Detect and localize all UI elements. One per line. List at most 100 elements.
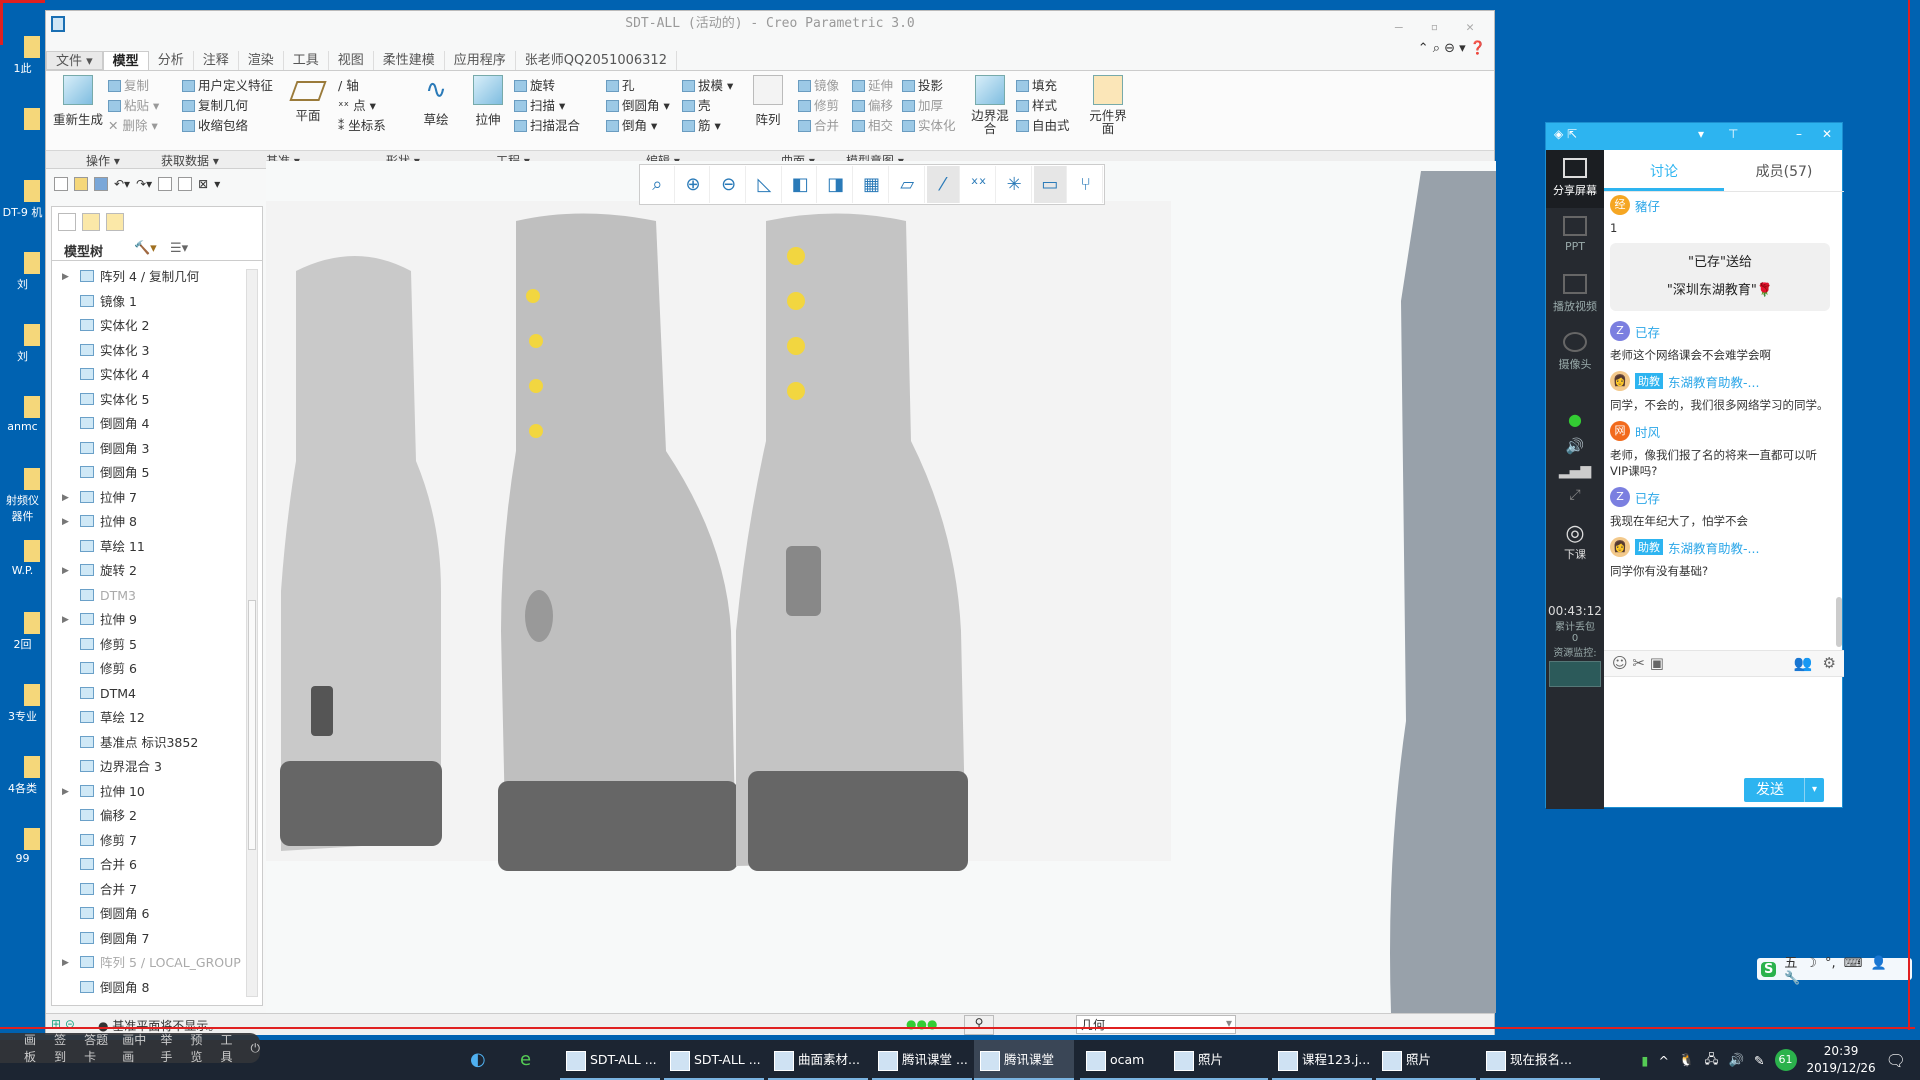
tree-item[interactable]: 草绘 11	[52, 535, 242, 560]
tree-item[interactable]: 实体化 3	[52, 339, 242, 364]
tree-item[interactable]: ▶ 拉伸 10	[52, 780, 242, 805]
tree-item[interactable]: 合并 6	[52, 853, 242, 878]
component-interface-button[interactable]: 元件界面	[1086, 75, 1130, 135]
taskbar-item[interactable]: 腾讯课堂 ...	[872, 1040, 972, 1080]
shrinkwrap-button[interactable]: 收缩包络	[182, 115, 248, 134]
send-options-icon[interactable]: ▾	[1804, 778, 1824, 802]
thicken-button[interactable]: 加厚	[902, 95, 943, 114]
ime-icon[interactable]: ⌨	[1844, 956, 1863, 971]
tree-item[interactable]: 合并 7	[52, 878, 242, 903]
expand-arrow-icon[interactable]: ▶	[62, 265, 69, 289]
play-video-button[interactable]: 播放视频	[1546, 266, 1604, 324]
ribbon-group-label[interactable]: 操作 ▾	[86, 152, 120, 169]
udf-button[interactable]: 用户定义特征	[182, 75, 273, 94]
repaint-icon[interactable]: ◺	[748, 166, 782, 203]
selection-filter[interactable]: 几何 ▾	[1076, 1015, 1236, 1034]
open-icon[interactable]	[74, 177, 88, 191]
ime-icons[interactable]: 五 ☽ °, ⌨ 👤 🔧	[1784, 952, 1912, 986]
plane-display-icon[interactable]: ▱	[891, 166, 925, 203]
expand-arrow-icon[interactable]: ▶	[62, 608, 69, 632]
view-manager-icon[interactable]: ▦	[855, 166, 889, 203]
annotation-display-icon[interactable]: ▭	[1033, 166, 1068, 203]
tab-5[interactable]: 工具	[284, 51, 329, 70]
new-icon[interactable]	[54, 177, 68, 191]
ime-icon[interactable]: 五	[1784, 956, 1797, 971]
minimize-icon[interactable]: –	[1796, 127, 1802, 141]
tree-item[interactable]: DTM3	[52, 584, 242, 609]
tree-item[interactable]: 边界混合 3	[52, 755, 242, 780]
taskbar-item[interactable]: 照片	[1168, 1040, 1268, 1080]
teach-tool-5[interactable]: 预览	[190, 1031, 206, 1065]
teach-tool-4[interactable]: 举手	[160, 1031, 176, 1065]
ie-icon[interactable]: e	[520, 1049, 531, 1070]
zoom-out-icon[interactable]: ⊖	[712, 166, 747, 203]
sweep-button[interactable]: 扫描 ▾	[514, 95, 565, 114]
save-icon[interactable]	[94, 177, 108, 191]
settings-icon[interactable]: ⚙	[1823, 654, 1836, 672]
desktop-icon[interactable]: 1此	[0, 30, 45, 102]
sender-name[interactable]: 时风	[1635, 422, 1660, 441]
speaker-icon[interactable]: 🔊	[1546, 437, 1604, 455]
boundary-blend-button[interactable]: 边界混合	[968, 75, 1012, 135]
network-icon[interactable]: 🖧	[1705, 1050, 1719, 1071]
draft-button[interactable]: 拔模 ▾	[682, 75, 733, 94]
tree-item[interactable]: 基准点 标识3852	[52, 731, 242, 756]
sender-name[interactable]: 东湖教育助教-...	[1668, 372, 1759, 391]
volume-icon[interactable]: 🔊	[1728, 1052, 1744, 1068]
taskbar-item[interactable]: 曲面素材...	[768, 1040, 868, 1080]
pen-icon[interactable]: ✎	[1754, 1053, 1764, 1068]
find-icon[interactable]: ⚲	[964, 1015, 994, 1035]
scissors-icon[interactable]: ✂	[1632, 654, 1645, 672]
show-icon[interactable]: ☰▾	[170, 241, 188, 256]
tree-item[interactable]: ▶ 拉伸 7	[52, 486, 242, 511]
saved-views-icon[interactable]: ◨	[819, 166, 854, 203]
browser-icon[interactable]: ◐	[470, 1049, 486, 1070]
redo-icon[interactable]: ↷▾	[136, 177, 152, 191]
clock[interactable]: 20:39 2019/12/26	[1807, 1043, 1876, 1077]
end-class-button[interactable]: ◎ 下课	[1546, 521, 1604, 562]
tree-item[interactable]: 倒圆角 7	[52, 927, 242, 952]
settings-icon[interactable]: 🔨▾	[134, 241, 157, 256]
desktop-icon[interactable]: 4各类	[0, 750, 45, 822]
desktop-icon[interactable]: W.P.	[0, 534, 45, 606]
solidify-button[interactable]: 实体化	[902, 115, 956, 134]
pin-icon[interactable]: ⊤	[1728, 127, 1738, 141]
refit-icon[interactable]: ⌕	[641, 166, 675, 203]
ime-icon[interactable]: 🔧	[1784, 971, 1800, 986]
spin-center-icon[interactable]: ⑂	[1069, 166, 1103, 203]
tree-item[interactable]: 倒圆角 5	[52, 461, 242, 486]
tree-item[interactable]: 实体化 2	[52, 314, 242, 339]
chat-input[interactable]	[1610, 683, 1836, 773]
close-window-icon[interactable]: ⊠	[198, 177, 208, 191]
send-button[interactable]: 发送 ▾	[1744, 778, 1824, 802]
point-display-icon[interactable]: ˣˣ	[962, 166, 996, 203]
expand-arrow-icon[interactable]: ▶	[62, 486, 69, 510]
tab-1[interactable]: 模型	[102, 51, 149, 70]
tree-item[interactable]: 修剪 6	[52, 657, 242, 682]
freestyle-button[interactable]: 自由式	[1016, 115, 1070, 134]
qq-icon[interactable]: 🐧	[1679, 1052, 1695, 1068]
customize-icon[interactable]: ▾	[214, 177, 220, 191]
fullscreen-icon[interactable]: ⤢	[1546, 487, 1604, 503]
round-button[interactable]: 倒圆角 ▾	[606, 95, 670, 114]
desktop-icon[interactable]: DT-9 机	[0, 174, 45, 246]
tree-item[interactable]: ▶ 阵列 4 / 复制几何	[52, 265, 242, 290]
extrude-button[interactable]: 拉伸	[466, 75, 510, 128]
delete-button[interactable]: ✕ 删除 ▾	[108, 115, 158, 134]
model-tree-tab-icon[interactable]	[58, 213, 76, 231]
copy-geometry-button[interactable]: 复制几何	[182, 95, 248, 114]
share-screen-button[interactable]: 分享屏幕	[1546, 150, 1604, 208]
tree-item[interactable]: ▶ 旋转 2	[52, 559, 242, 584]
taskbar-item[interactable]: SDT-ALL ...	[664, 1040, 764, 1080]
tree-item[interactable]: 草绘 12	[52, 706, 242, 731]
fill-button[interactable]: 填充	[1016, 75, 1057, 94]
tree-item[interactable]: 修剪 5	[52, 633, 242, 658]
folder-browser-tab-icon[interactable]	[82, 213, 100, 231]
expand-arrow-icon[interactable]: ▶	[62, 559, 69, 583]
tree-item[interactable]: 倒圆角 6	[52, 902, 242, 927]
ime-icon[interactable]: ☽	[1805, 956, 1817, 971]
tree-item[interactable]: ▶ 阵列 5 / LOCAL_GROUP	[52, 951, 242, 976]
revolve-button[interactable]: 旋转	[514, 75, 555, 94]
tab-7[interactable]: 柔性建模	[374, 51, 445, 70]
csys-display-icon[interactable]: ✳	[998, 166, 1032, 203]
